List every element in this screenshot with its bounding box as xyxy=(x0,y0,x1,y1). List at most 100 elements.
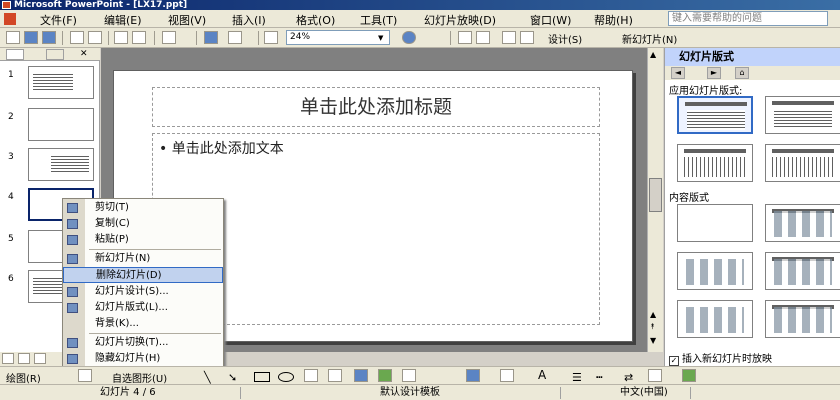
layout-content-six[interactable] xyxy=(677,300,753,338)
layout-title-text[interactable] xyxy=(765,96,840,134)
autoshapes-button[interactable]: 自选图形(U) xyxy=(112,370,167,385)
close-icon[interactable]: ✕ xyxy=(80,49,98,60)
menu-edit[interactable]: 编辑(E) xyxy=(104,12,142,28)
fill-color-icon[interactable] xyxy=(466,369,480,382)
insert-chart-icon[interactable] xyxy=(204,31,218,44)
dash-style-icon[interactable]: ┅ xyxy=(596,371,603,384)
select-pointer-icon[interactable] xyxy=(78,369,92,382)
menu-item-slide-layout[interactable]: 幻灯片版式(L)... xyxy=(63,300,223,316)
print-icon[interactable] xyxy=(70,31,84,44)
shadow-icon[interactable] xyxy=(648,369,662,382)
chevron-down-icon[interactable]: ▼ xyxy=(378,34,383,42)
preview-icon[interactable] xyxy=(88,31,102,44)
menu-item-background[interactable]: 背景(K)... xyxy=(63,316,223,332)
numbering-icon[interactable] xyxy=(458,31,472,44)
oval-icon[interactable] xyxy=(278,372,294,382)
design-button[interactable]: 设计(S) xyxy=(548,31,582,46)
menu-help[interactable]: 帮助(H) xyxy=(594,12,633,28)
menu-view[interactable]: 视图(V) xyxy=(168,12,206,28)
copy-icon xyxy=(67,219,78,229)
font-color-icon[interactable]: A xyxy=(538,368,546,382)
previous-slide-icon[interactable]: ⯭ xyxy=(650,322,655,332)
checkbox-checked-icon[interactable]: ✓ xyxy=(669,356,679,366)
menu-item-cut[interactable]: 剪切(T) xyxy=(63,200,223,216)
next-slide-icon[interactable]: ▼ xyxy=(650,336,656,345)
window-title: Microsoft PowerPoint - [LX17.ppt] xyxy=(0,0,840,10)
layout-content-two[interactable] xyxy=(677,252,753,290)
paste-icon xyxy=(67,235,78,245)
rectangle-icon[interactable] xyxy=(254,372,270,382)
menu-item-slide-transition[interactable]: 幻灯片切换(T)... xyxy=(63,335,223,351)
undo-icon[interactable] xyxy=(162,31,176,44)
grid-icon[interactable] xyxy=(264,31,278,44)
help-icon[interactable] xyxy=(402,31,416,44)
3d-style-icon[interactable] xyxy=(682,369,696,382)
layout-title-only[interactable] xyxy=(677,96,753,134)
home-icon[interactable]: ⌂ xyxy=(735,67,749,79)
scroll-up-icon[interactable]: ▲ xyxy=(650,50,656,59)
checkbox-label: 插入新幻灯片时放映 xyxy=(682,354,772,365)
menu-item-delete-slide[interactable]: 删除幻灯片(D) xyxy=(63,267,223,283)
picture-icon[interactable] xyxy=(402,369,416,382)
menu-file[interactable]: 文件(F) xyxy=(40,12,77,28)
wordart-icon[interactable] xyxy=(328,369,342,382)
help-search-input[interactable]: 键入需要帮助的问题 xyxy=(668,11,828,26)
arrow-icon[interactable]: ➘ xyxy=(228,371,237,384)
task-pane-title: 幻灯片版式 xyxy=(665,48,840,66)
layout-content[interactable] xyxy=(765,204,840,242)
bullets-icon[interactable] xyxy=(476,31,490,44)
slide-thumbnail-1[interactable] xyxy=(28,66,94,99)
back-icon[interactable]: ◄ xyxy=(671,67,685,79)
textbox-icon[interactable] xyxy=(304,369,318,382)
new-icon[interactable] xyxy=(6,31,20,44)
slideshow-view-icon[interactable] xyxy=(34,353,46,364)
menu-slideshow[interactable]: 幻灯片放映(D) xyxy=(424,12,496,28)
menu-tools[interactable]: 工具(T) xyxy=(360,12,397,28)
new-slide-button[interactable]: 新幻灯片(N) xyxy=(622,31,677,46)
layout-two-columns-alt[interactable] xyxy=(765,144,840,182)
slide-thumbnail-3[interactable] xyxy=(28,148,94,181)
menu-item-slide-design[interactable]: 幻灯片设计(S)... xyxy=(63,284,223,300)
normal-view-icon[interactable] xyxy=(2,353,14,364)
menu-item-new-slide[interactable]: 新幻灯片(N) xyxy=(63,251,223,267)
apply-layout-label: 应用幻灯片版式: xyxy=(669,86,743,97)
layout-two-columns[interactable] xyxy=(677,144,753,182)
draw-menu-button[interactable]: 绘图(R) xyxy=(6,370,41,385)
slide-thumbnail-2[interactable] xyxy=(28,108,94,141)
show-on-insert-checkbox[interactable]: ✓ 插入新幻灯片时放映 xyxy=(669,350,772,366)
diagram-icon[interactable] xyxy=(354,369,368,382)
pane-tabs: ✕ xyxy=(0,48,100,61)
sorter-view-icon[interactable] xyxy=(18,353,30,364)
tab-outline[interactable] xyxy=(6,49,24,60)
zoom-select[interactable]: 24% xyxy=(286,30,390,45)
paste-icon[interactable] xyxy=(132,31,146,44)
menu-item-copy[interactable]: 复制(C) xyxy=(63,216,223,232)
insert-table-icon[interactable] xyxy=(228,31,242,44)
scrollbar-thumb[interactable] xyxy=(649,178,662,212)
vertical-scrollbar[interactable]: ▲ ▲ ⯭ ▼ xyxy=(647,48,663,352)
decrease-indent-icon[interactable] xyxy=(502,31,516,44)
increase-indent-icon[interactable] xyxy=(520,31,534,44)
menu-insert[interactable]: 插入(I) xyxy=(232,12,266,28)
forward-icon[interactable]: ► xyxy=(707,67,721,79)
menu-format[interactable]: 格式(O) xyxy=(296,12,335,28)
layout-content-four[interactable] xyxy=(765,252,840,290)
tab-slides[interactable] xyxy=(46,49,64,60)
line-color-icon[interactable] xyxy=(500,369,514,382)
clipart-icon[interactable] xyxy=(378,369,392,382)
menu-item-hide-slide[interactable]: 隐藏幻灯片(H) xyxy=(63,351,223,367)
line-icon[interactable]: ╲ xyxy=(204,371,211,384)
title-placeholder[interactable]: 单击此处添加标题 xyxy=(152,87,600,127)
save-icon[interactable] xyxy=(42,31,56,44)
scroll-up-icon[interactable]: ▲ xyxy=(650,310,656,319)
menu-item-paste[interactable]: 粘贴(P) xyxy=(63,232,223,248)
menu-window[interactable]: 窗口(W) xyxy=(530,12,571,28)
line-style-icon[interactable]: ☰ xyxy=(572,371,582,384)
copy-icon[interactable] xyxy=(114,31,128,44)
layout-blank[interactable] xyxy=(677,204,753,242)
thumb-number: 5 xyxy=(8,234,14,244)
layout-content-mixed[interactable] xyxy=(765,300,840,338)
open-icon[interactable] xyxy=(24,31,38,44)
arrow-style-icon[interactable]: ⇄ xyxy=(624,371,633,384)
document-icon[interactable] xyxy=(4,13,16,25)
